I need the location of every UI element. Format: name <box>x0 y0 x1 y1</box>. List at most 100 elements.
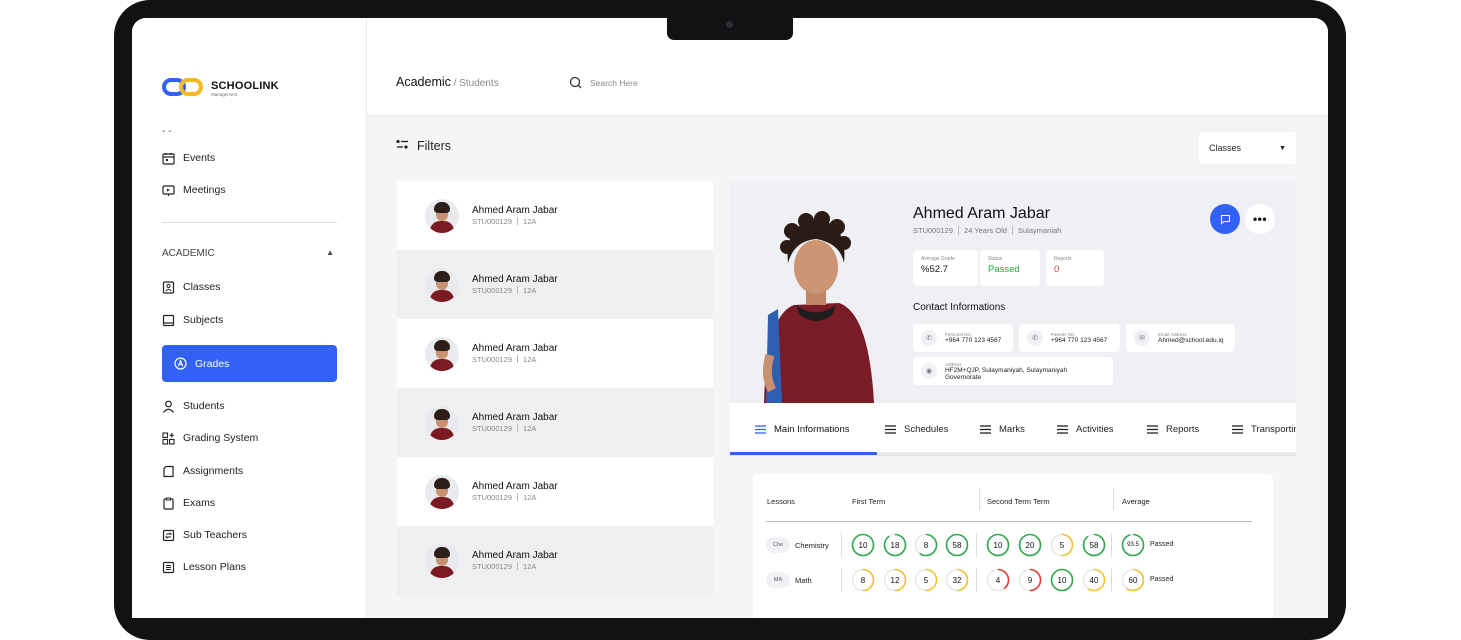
breadcrumb-main[interactable]: Academic <box>396 75 451 89</box>
student-id: STU000129 <box>472 424 513 433</box>
menu-icon <box>980 424 991 434</box>
sidebar-item-sub-teachers[interactable]: Sub Teachers <box>162 525 247 545</box>
sidebar-item-label: Lesson Plans <box>183 561 247 573</box>
grade-value: 5 <box>1059 540 1065 550</box>
header-underline <box>766 521 1252 522</box>
sidebar-item-label: Subjects <box>183 314 224 326</box>
book-icon <box>162 314 175 327</box>
tab-label: Reports <box>1166 423 1200 435</box>
tab-main-informations[interactable]: Main Informations <box>755 403 850 455</box>
header-average: Average <box>1122 497 1150 506</box>
lesson-name: Math <box>795 575 812 585</box>
header-lessons: Lessons <box>767 497 795 506</box>
search-icon <box>569 76 582 89</box>
profile-header: Ahmed Aram Jabar STU000129 24 Years Old Su… <box>730 181 1296 403</box>
profile-id: STU000129 <box>913 226 954 235</box>
tab-label: Marks <box>999 423 1025 435</box>
tab-transportation[interactable]: Transportin <box>1232 403 1296 455</box>
sidebar-item-exams[interactable]: Exams <box>162 493 215 513</box>
avatar <box>425 336 459 371</box>
menu-icon <box>1147 424 1158 434</box>
sidebar-item-grading-system[interactable]: Grading System <box>162 428 258 448</box>
filters-button[interactable]: Filters <box>396 139 451 153</box>
menu-icon <box>1232 424 1243 434</box>
sidebar-item-label: Classes <box>183 281 221 293</box>
contact-value: +964 770 123 4567 <box>1051 337 1108 344</box>
grade-value: 4 <box>995 575 1001 585</box>
grade-ring: 10 <box>1050 568 1074 592</box>
collapsed-marker: - - <box>162 126 172 137</box>
grade-value: 58 <box>952 540 962 550</box>
menu-icon <box>755 424 766 434</box>
student-list-item[interactable]: Ahmed Aram Jabar STU000129 12A <box>397 526 713 595</box>
sidebar-item-label: Exams <box>183 497 216 509</box>
student-list-item[interactable]: Ahmed Aram Jabar STU000129 12A <box>397 388 713 457</box>
grade-value: 58 <box>1089 540 1099 550</box>
contact-personal-phone[interactable]: ✆ Personal NO. +964 770 123 4567 <box>913 324 1013 352</box>
more-options-button[interactable]: ••• <box>1245 204 1275 234</box>
sidebar-item-label: Grading System <box>183 432 259 444</box>
stat-label: Status <box>988 256 1003 262</box>
sidebar-item-assignments[interactable]: Assignments <box>162 461 243 481</box>
student-list-item[interactable]: Ahmed Aram Jabar STU000129 12A <box>397 457 713 526</box>
grade-value: 32 <box>952 575 962 585</box>
column-divider <box>1111 533 1112 557</box>
profile-meta: STU000129 24 Years Old Sulaymaniah <box>913 226 1061 235</box>
stat-value: Passed <box>988 264 1020 275</box>
app-logo[interactable]: SCHOOLINK Management <box>162 78 279 98</box>
grade-value: 10 <box>993 540 1003 550</box>
contact-value: Ahmed@school.edu.iq <box>1158 337 1224 344</box>
grade-ring: 8 <box>914 533 938 557</box>
student-name: Ahmed Aram Jabar <box>472 205 558 216</box>
lesson-badge: Che <box>766 537 790 553</box>
contact-value: HF2M+QJP, Sulaymaniyah, Sulaymaniyah Gov… <box>944 366 1068 381</box>
detail-tabs: Main Informations Schedules Marks Activi… <box>730 403 1296 456</box>
column-divider <box>976 533 977 557</box>
tab-label: Schedules <box>904 423 949 435</box>
student-list-item[interactable]: Ahmed Aram Jabar STU000129 12A <box>397 319 713 388</box>
avatar <box>425 405 459 440</box>
app-tagline: Management <box>211 91 238 97</box>
sidebar-section-academic[interactable]: ACADEMIC ▲ <box>162 248 334 259</box>
presentation-icon <box>162 184 175 197</box>
contact-email[interactable]: ✉ Email Address Ahmed@school.edu.iq <box>1126 324 1235 352</box>
tab-marks[interactable]: Marks <box>980 403 1025 455</box>
grade-ring: 20 <box>1018 533 1042 557</box>
tab-track <box>877 452 1296 455</box>
tab-label: Main Informations <box>774 423 850 435</box>
stat-value: 0 <box>1054 264 1060 275</box>
search-input[interactable]: Search Here <box>569 76 638 89</box>
sidebar-item-meetings[interactable]: Meetings <box>162 180 226 200</box>
main-content: Filters Classes ▼ Ahmed Aram Jabar STU00… <box>367 116 1328 618</box>
header-divider <box>1113 488 1114 510</box>
student-name: Ahmed Aram Jabar <box>472 412 558 423</box>
grade-ring: 10 <box>851 533 875 557</box>
column-divider <box>1111 568 1112 592</box>
student-list-item[interactable]: Ahmed Aram Jabar STU000129 12A <box>397 181 713 250</box>
sidebar-item-subjects[interactable]: Subjects <box>162 310 223 330</box>
student-name: Ahmed Aram Jabar <box>472 550 558 561</box>
sidebar-item-lesson-plans[interactable]: Lesson Plans <box>162 557 246 577</box>
sidebar-item-events[interactable]: Events <box>162 148 215 168</box>
sidebar: SCHOOLINK Management - - Events Meetings… <box>132 18 367 618</box>
stat-status: Status Passed <box>980 250 1040 286</box>
column-divider <box>841 568 842 592</box>
filter-icon <box>396 139 409 153</box>
student-list-item[interactable]: Ahmed Aram Jabar STU000129 12A <box>397 250 713 319</box>
contact-parents-phone[interactable]: ✆ Parents NO. +964 770 123 4567 <box>1019 324 1120 352</box>
message-button[interactable] <box>1210 204 1240 234</box>
tab-activities[interactable]: Activities <box>1057 403 1113 455</box>
sidebar-item-students[interactable]: Students <box>162 396 224 416</box>
calendar-icon <box>162 152 175 165</box>
sidebar-item-grades[interactable]: Grades <box>162 345 337 382</box>
student-class: 12A <box>523 493 537 502</box>
classes-select[interactable]: Classes ▼ <box>1199 132 1296 164</box>
tab-reports[interactable]: Reports <box>1147 403 1199 455</box>
contact-address[interactable]: ◉ Address HF2M+QJP, Sulaymaniyah, Sulayma… <box>913 357 1113 385</box>
search-placeholder: Search Here <box>590 77 638 88</box>
camera-icon <box>726 21 733 28</box>
tab-schedules[interactable]: Schedules <box>885 403 948 455</box>
clipboard-icon <box>162 497 175 510</box>
grid-icon <box>162 431 175 445</box>
sidebar-item-classes[interactable]: Classes <box>162 277 220 297</box>
